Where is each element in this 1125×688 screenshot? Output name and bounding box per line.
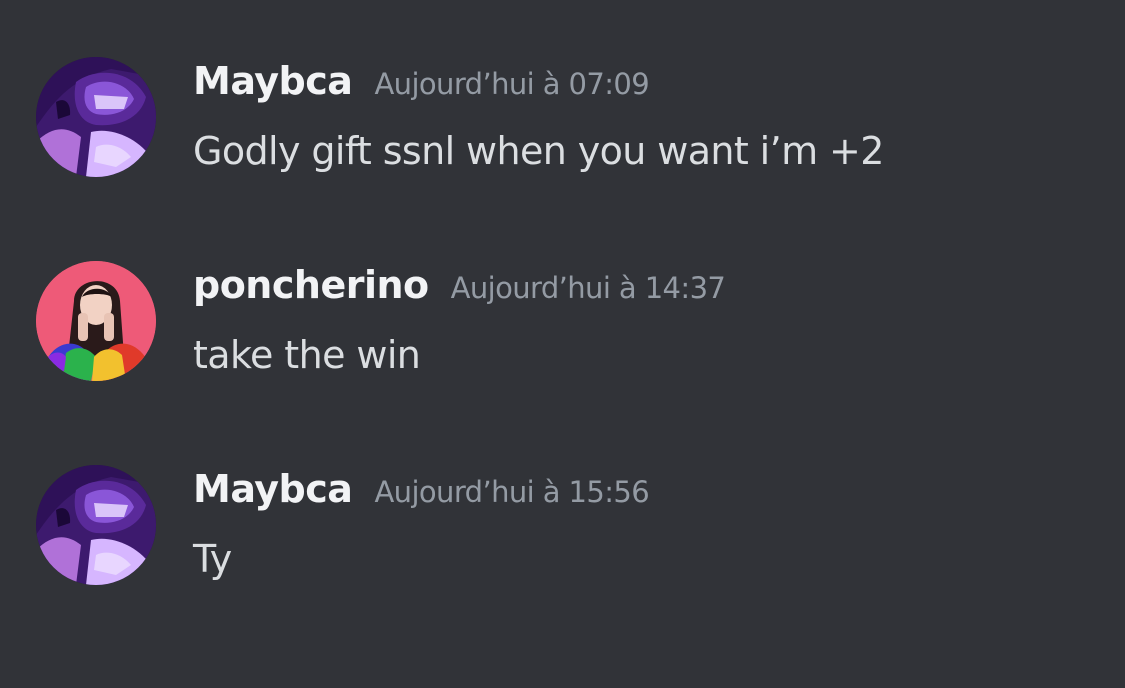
woman-pink-background-avatar-icon <box>36 261 156 381</box>
message-timestamp: Aujourd’hui à 14:37 <box>450 271 726 305</box>
message-header: Maybca Aujourd’hui à 07:09 <box>193 59 650 115</box>
purple-armored-character-avatar-icon <box>36 57 156 177</box>
message-header: poncherino Aujourd’hui à 14:37 <box>193 263 726 319</box>
chat-message-list: Maybca Aujourd’hui à 07:09 Godly gift ssn… <box>0 0 1125 688</box>
message-header: Maybca Aujourd’hui à 15:56 <box>193 467 650 523</box>
message-author[interactable]: Maybca <box>193 467 353 511</box>
user-avatar[interactable] <box>36 261 156 381</box>
message-text: Godly gift ssnl when you want i’m +2 <box>193 129 884 173</box>
message-text: take the win <box>193 333 421 377</box>
user-avatar[interactable] <box>36 57 156 177</box>
message-author[interactable]: poncherino <box>193 263 429 307</box>
chat-message: Maybca Aujourd’hui à 15:56 Ty <box>0 465 1125 615</box>
message-timestamp: Aujourd’hui à 07:09 <box>374 67 650 101</box>
message-text: Ty <box>193 537 232 581</box>
chat-message: Maybca Aujourd’hui à 07:09 Godly gift ssn… <box>0 57 1125 207</box>
purple-armored-character-avatar-icon <box>36 465 156 585</box>
user-avatar[interactable] <box>36 465 156 585</box>
message-timestamp: Aujourd’hui à 15:56 <box>374 475 650 509</box>
chat-message: poncherino Aujourd’hui à 14:37 take the w… <box>0 261 1125 411</box>
message-author[interactable]: Maybca <box>193 59 353 103</box>
